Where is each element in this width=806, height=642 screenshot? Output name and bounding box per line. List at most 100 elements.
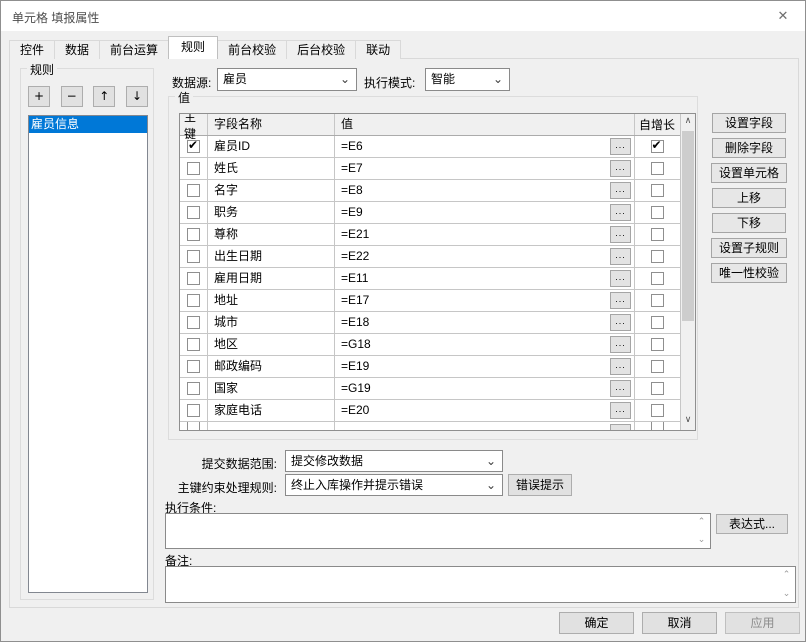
pk-checkbox[interactable] — [187, 184, 200, 197]
ellipsis-button[interactable]: ... — [610, 248, 631, 265]
ellipsis-button[interactable]: ... — [610, 358, 631, 375]
value-cell[interactable]: =E11 ... — [335, 268, 635, 289]
auto-increment-checkbox[interactable] — [651, 360, 664, 373]
ellipsis-button[interactable]: ... — [610, 270, 631, 287]
value-cell[interactable]: =E17 ... — [335, 290, 635, 311]
scrollbar-thumb[interactable] — [682, 131, 694, 321]
ellipsis-button[interactable]: ... — [610, 292, 631, 309]
auto-increment-checkbox[interactable] — [651, 162, 664, 175]
tab[interactable]: 规则 — [168, 36, 218, 59]
rule-toolbar-button[interactable]: ↑ — [93, 86, 115, 107]
spin-up-icon[interactable]: ⌃ — [698, 517, 706, 527]
tab[interactable]: 前台校验 — [217, 40, 287, 59]
tab[interactable]: 数据 — [54, 40, 100, 59]
auto-increment-checkbox[interactable] — [651, 206, 664, 219]
pk-checkbox[interactable] — [187, 228, 200, 241]
side-action-button[interactable]: 设置字段 — [712, 113, 786, 133]
ok-button[interactable]: 确定 — [559, 612, 634, 634]
value-cell[interactable]: =E22 ... — [335, 246, 635, 267]
side-action-button[interactable]: 设置子规则 — [711, 238, 787, 258]
field-name-cell[interactable]: 地区 — [208, 334, 335, 355]
pk-rule-select[interactable]: 终止入库操作并提示错误 ⌄ — [285, 474, 503, 496]
pk-checkbox[interactable] — [187, 206, 200, 219]
rule-toolbar-button[interactable]: ↓ — [126, 86, 148, 107]
side-action-button[interactable]: 下移 — [712, 213, 786, 233]
tab[interactable]: 前台运算 — [99, 40, 169, 59]
field-name-cell[interactable]: 家庭电话 — [208, 400, 335, 421]
spin-down-icon[interactable]: ⌄ — [783, 589, 791, 599]
rule-toolbar-button[interactable]: − — [61, 86, 83, 107]
pk-checkbox[interactable] — [187, 294, 200, 307]
tab[interactable]: 后台校验 — [286, 40, 356, 59]
pk-checkbox[interactable] — [187, 360, 200, 373]
field-name-cell[interactable]: 地址 — [208, 290, 335, 311]
auto-increment-checkbox[interactable] — [651, 338, 664, 351]
field-name-cell[interactable]: 职务 — [208, 202, 335, 223]
value-cell[interactable]: =E20 ... — [335, 400, 635, 421]
side-action-button[interactable]: 上移 — [712, 188, 786, 208]
ellipsis-button[interactable]: ... — [610, 380, 631, 397]
auto-increment-checkbox[interactable] — [651, 316, 664, 329]
field-name-cell[interactable]: 雇员ID — [208, 136, 335, 157]
remark-input[interactable]: ⌃ ⌄ — [165, 566, 796, 603]
datasource-select[interactable]: 雇员 ⌄ — [217, 68, 357, 91]
expression-button[interactable]: 表达式... — [716, 514, 788, 534]
spin-up-icon[interactable]: ⌃ — [783, 570, 791, 580]
side-action-button[interactable]: 设置单元格 — [711, 163, 787, 183]
value-cell[interactable]: =G18 ... — [335, 334, 635, 355]
field-name-cell[interactable]: 名字 — [208, 180, 335, 201]
rules-list-item[interactable]: 雇员信息 — [29, 116, 147, 133]
value-cell[interactable]: =E8 ... — [335, 180, 635, 201]
field-name-cell[interactable]: 邮政编码 — [208, 356, 335, 377]
error-prompt-button[interactable]: 错误提示 — [508, 474, 572, 496]
value-cell[interactable]: =E7 ... — [335, 158, 635, 179]
exec-condition-input[interactable]: ⌃ ⌄ — [165, 513, 711, 549]
field-name-cell[interactable]: 尊称 — [208, 224, 335, 245]
ellipsis-button[interactable]: ... — [610, 226, 631, 243]
pk-checkbox[interactable] — [187, 250, 200, 263]
field-name-cell[interactable]: 出生日期 — [208, 246, 335, 267]
submit-scope-select[interactable]: 提交修改数据 ⌄ — [285, 450, 503, 472]
ellipsis-button[interactable]: ... — [610, 314, 631, 331]
ellipsis-button[interactable]: ... — [610, 138, 631, 155]
auto-increment-checkbox[interactable] — [651, 272, 664, 285]
pk-checkbox[interactable] — [187, 316, 200, 329]
spin-down-icon[interactable]: ⌄ — [698, 535, 706, 545]
auto-increment-checkbox[interactable] — [651, 404, 664, 417]
value-cell[interactable]: =E9 ... — [335, 202, 635, 223]
field-name-cell[interactable]: 国家 — [208, 378, 335, 399]
ellipsis-button[interactable]: ... — [610, 336, 631, 353]
ellipsis-button[interactable]: ... — [610, 182, 631, 199]
side-action-button[interactable]: 唯一性校验 — [711, 263, 787, 283]
pk-checkbox[interactable] — [187, 272, 200, 285]
scroll-down-icon[interactable]: ∨ — [681, 414, 695, 429]
tab[interactable]: 控件 — [9, 40, 55, 59]
ellipsis-button[interactable]: ... — [610, 204, 631, 221]
rules-listbox[interactable]: 雇员信息 — [28, 115, 148, 593]
auto-increment-checkbox[interactable] — [651, 184, 664, 197]
cancel-button[interactable]: 取消 — [642, 612, 717, 634]
auto-increment-checkbox[interactable] — [651, 140, 664, 153]
auto-increment-checkbox[interactable] — [651, 294, 664, 307]
pk-checkbox[interactable] — [187, 140, 200, 153]
tab[interactable]: 联动 — [355, 40, 401, 59]
close-icon[interactable]: ✕ — [773, 7, 793, 25]
value-cell[interactable]: =G19 ... — [335, 378, 635, 399]
table-scrollbar[interactable]: ∧ ∨ — [680, 114, 695, 430]
auto-increment-checkbox[interactable] — [651, 228, 664, 241]
field-name-cell[interactable]: 姓氏 — [208, 158, 335, 179]
value-cell[interactable]: =E6 ... — [335, 136, 635, 157]
ellipsis-button[interactable]: ... — [610, 160, 631, 177]
ellipsis-button[interactable]: ... — [610, 402, 631, 419]
auto-increment-checkbox[interactable] — [651, 382, 664, 395]
value-cell[interactable]: =E19 ... — [335, 356, 635, 377]
rule-toolbar-button[interactable]: + — [28, 86, 50, 107]
auto-increment-checkbox[interactable] — [651, 250, 664, 263]
value-cell[interactable]: =E21 ... — [335, 224, 635, 245]
field-name-cell[interactable]: 雇用日期 — [208, 268, 335, 289]
scroll-up-icon[interactable]: ∧ — [681, 115, 695, 130]
pk-checkbox[interactable] — [187, 382, 200, 395]
pk-checkbox[interactable] — [187, 338, 200, 351]
field-name-cell[interactable]: 城市 — [208, 312, 335, 333]
pk-checkbox[interactable] — [187, 404, 200, 417]
